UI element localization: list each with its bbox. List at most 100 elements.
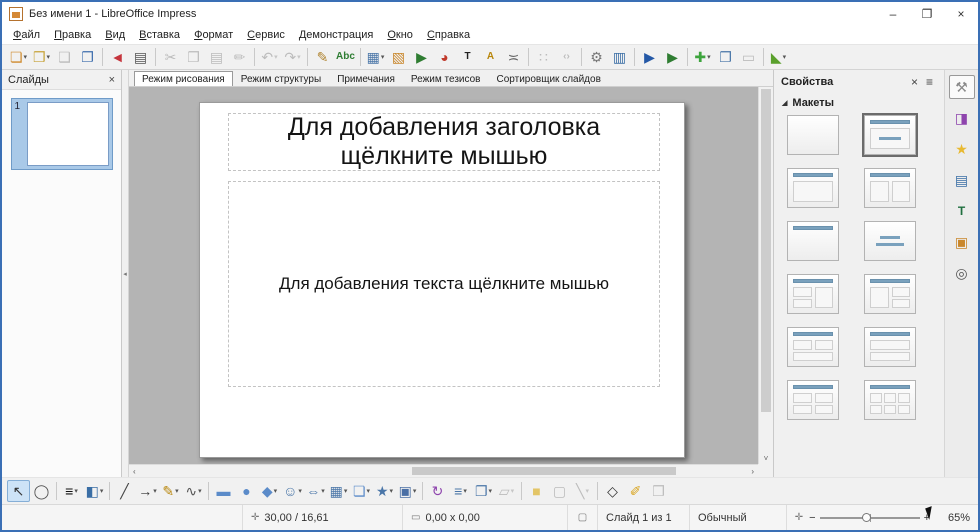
layout-title-content-full[interactable] bbox=[787, 168, 839, 208]
open-button[interactable]: ❒ bbox=[30, 46, 53, 68]
layout-six-content[interactable] bbox=[864, 380, 916, 420]
layout-title-content[interactable] bbox=[864, 115, 916, 155]
new-button[interactable]: ❏ bbox=[7, 46, 30, 68]
edit-points-button[interactable]: ◇ bbox=[601, 480, 624, 502]
close-button[interactable]: × bbox=[944, 3, 978, 25]
section-expander-icon[interactable]: ◢ bbox=[782, 99, 787, 107]
menu-help[interactable]: Справка bbox=[420, 28, 477, 42]
save-as-button[interactable]: ❐ bbox=[76, 46, 99, 68]
rotate-button[interactable]: ↻ bbox=[426, 480, 449, 502]
navigator-button[interactable]: ◎ bbox=[949, 261, 975, 285]
fit-slide-icon[interactable]: ✛ bbox=[795, 512, 803, 523]
flowchart-button[interactable]: ▦ bbox=[327, 480, 350, 502]
slide-transition-button[interactable]: ◨ bbox=[949, 106, 975, 130]
spelling-button[interactable]: Abc bbox=[334, 46, 357, 68]
export-pdf-button[interactable]: ◄ bbox=[106, 46, 129, 68]
layout-two-content-left-content-right[interactable] bbox=[787, 274, 839, 314]
zoom-level-value[interactable]: 65% bbox=[936, 512, 970, 524]
menu-file[interactable]: Файл bbox=[6, 28, 47, 42]
duplicate-slide-button[interactable]: ❐ bbox=[714, 46, 737, 68]
grid-button[interactable]: ∷ bbox=[532, 46, 555, 68]
glue-points-button[interactable]: ‹› bbox=[555, 46, 578, 68]
insert-image-button[interactable]: ▧ bbox=[387, 46, 410, 68]
gallery-button[interactable]: ▣ bbox=[949, 230, 975, 254]
find-replace-button[interactable]: ✎ bbox=[311, 46, 334, 68]
cut-button[interactable]: ✂ bbox=[159, 46, 182, 68]
tab-notes-view[interactable]: Примечания bbox=[329, 71, 403, 86]
slide-layout-button[interactable]: ◣ bbox=[767, 46, 790, 68]
menu-view[interactable]: Вид bbox=[98, 28, 132, 42]
layouts-section-header[interactable]: ◢ Макеты bbox=[774, 94, 944, 115]
3d-objects-button[interactable]: ▣ bbox=[396, 480, 419, 502]
insert-media-button[interactable]: ▶ bbox=[410, 46, 433, 68]
paste-button[interactable]: ▤ bbox=[205, 46, 228, 68]
filter-button[interactable]: ╲ bbox=[571, 480, 594, 502]
new-slide-button[interactable]: ✚ bbox=[691, 46, 714, 68]
scroll-down-icon[interactable]: ˅ bbox=[759, 454, 773, 463]
restore-button[interactable]: ❐ bbox=[910, 3, 944, 25]
menu-insert[interactable]: Вставка bbox=[132, 28, 187, 42]
ellipse-button[interactable]: ● bbox=[235, 480, 258, 502]
show-glue-points-button[interactable]: ✐ bbox=[624, 480, 647, 502]
callouts-button[interactable]: ❏ bbox=[350, 480, 373, 502]
title-placeholder[interactable]: Для добавления заголовка щёлкните мышью bbox=[228, 113, 660, 171]
block-arrows-button[interactable]: ⇔ bbox=[304, 480, 327, 502]
zoom-button[interactable]: ◯ bbox=[30, 480, 53, 502]
layout-blank[interactable] bbox=[787, 115, 839, 155]
text-box-button[interactable]: T bbox=[456, 46, 479, 68]
stars-banners-button[interactable]: ★ bbox=[373, 480, 396, 502]
undo-button[interactable]: ↶ bbox=[258, 46, 281, 68]
table-button[interactable]: ▦ bbox=[364, 46, 387, 68]
slide-canvas[interactable]: Для добавления заголовка щёлкните мышью … bbox=[199, 102, 685, 458]
symbol-shapes-button[interactable]: ☺ bbox=[281, 480, 304, 502]
start-current-slide-button[interactable]: ▶ bbox=[661, 46, 684, 68]
menu-window[interactable]: Окно bbox=[380, 28, 420, 42]
left-splitter[interactable]: ◂ bbox=[122, 70, 129, 477]
layout-content-left-two-content-right[interactable] bbox=[864, 274, 916, 314]
tab-drawing-view[interactable]: Режим рисования bbox=[134, 71, 233, 86]
menu-format[interactable]: Формат bbox=[187, 28, 240, 42]
tab-slide-sorter[interactable]: Сортировщик слайдов bbox=[489, 71, 609, 86]
zoom-out-icon[interactable]: − bbox=[809, 512, 815, 524]
horizontal-scrollbar-thumb[interactable] bbox=[412, 467, 676, 475]
animation-button[interactable]: ★ bbox=[949, 137, 975, 161]
menu-tools[interactable]: Сервис bbox=[240, 28, 292, 42]
shadow-button[interactable]: ■ bbox=[525, 480, 548, 502]
lines-and-arrows-button[interactable]: → bbox=[136, 480, 159, 502]
layout-centered-text[interactable] bbox=[864, 221, 916, 261]
insert-chart-button[interactable]: ◕ bbox=[433, 46, 456, 68]
align-button[interactable]: ≡ bbox=[449, 480, 472, 502]
slides-panel-close-icon[interactable]: × bbox=[109, 74, 115, 86]
print-button[interactable]: ▤ bbox=[129, 46, 152, 68]
tab-handout-view[interactable]: Режим тезисов bbox=[403, 71, 489, 86]
styles-button[interactable]: T bbox=[949, 199, 975, 223]
rectangle-button[interactable]: ▬ bbox=[212, 480, 235, 502]
minimize-button[interactable]: – bbox=[876, 3, 910, 25]
sidebar-close-icon[interactable]: × bbox=[907, 75, 922, 89]
vertical-scrollbar-thumb[interactable] bbox=[761, 89, 771, 412]
display-views-button[interactable]: ▥ bbox=[608, 46, 631, 68]
layout-title-two-content[interactable] bbox=[864, 168, 916, 208]
tab-outline-view[interactable]: Режим структуры bbox=[233, 71, 329, 86]
insert-line-button[interactable]: ╱ bbox=[113, 480, 136, 502]
crop-button[interactable]: ▢ bbox=[548, 480, 571, 502]
to-3d-button[interactable]: ❒ bbox=[647, 480, 670, 502]
scroll-left-icon[interactable]: ‹ bbox=[129, 465, 140, 477]
line-style-button[interactable]: ≡ bbox=[60, 480, 83, 502]
layout-title-only[interactable] bbox=[787, 221, 839, 261]
helplines-button[interactable]: ≍ bbox=[502, 46, 525, 68]
delete-slide-button[interactable]: ▭ bbox=[737, 46, 760, 68]
sidebar-menu-icon[interactable]: ≡ bbox=[922, 75, 937, 89]
connector-button[interactable]: ∿ bbox=[182, 480, 205, 502]
body-placeholder[interactable]: Для добавления текста щёлкните мышью bbox=[228, 181, 660, 387]
properties-button[interactable]: ⚒ bbox=[949, 75, 975, 99]
horizontal-scrollbar[interactable]: ‹ › bbox=[129, 464, 758, 477]
layout-two-content-over-content[interactable] bbox=[787, 327, 839, 367]
vertical-scrollbar[interactable]: ˅ bbox=[758, 87, 773, 464]
save-button[interactable]: ❑ bbox=[53, 46, 76, 68]
start-first-slide-button[interactable]: ▶ bbox=[638, 46, 661, 68]
curve-button[interactable]: ✎ bbox=[159, 480, 182, 502]
menu-slideshow[interactable]: Демонстрация bbox=[292, 28, 381, 42]
fontwork-button[interactable]: A bbox=[479, 46, 502, 68]
distribution-button[interactable]: ▱ bbox=[495, 480, 518, 502]
